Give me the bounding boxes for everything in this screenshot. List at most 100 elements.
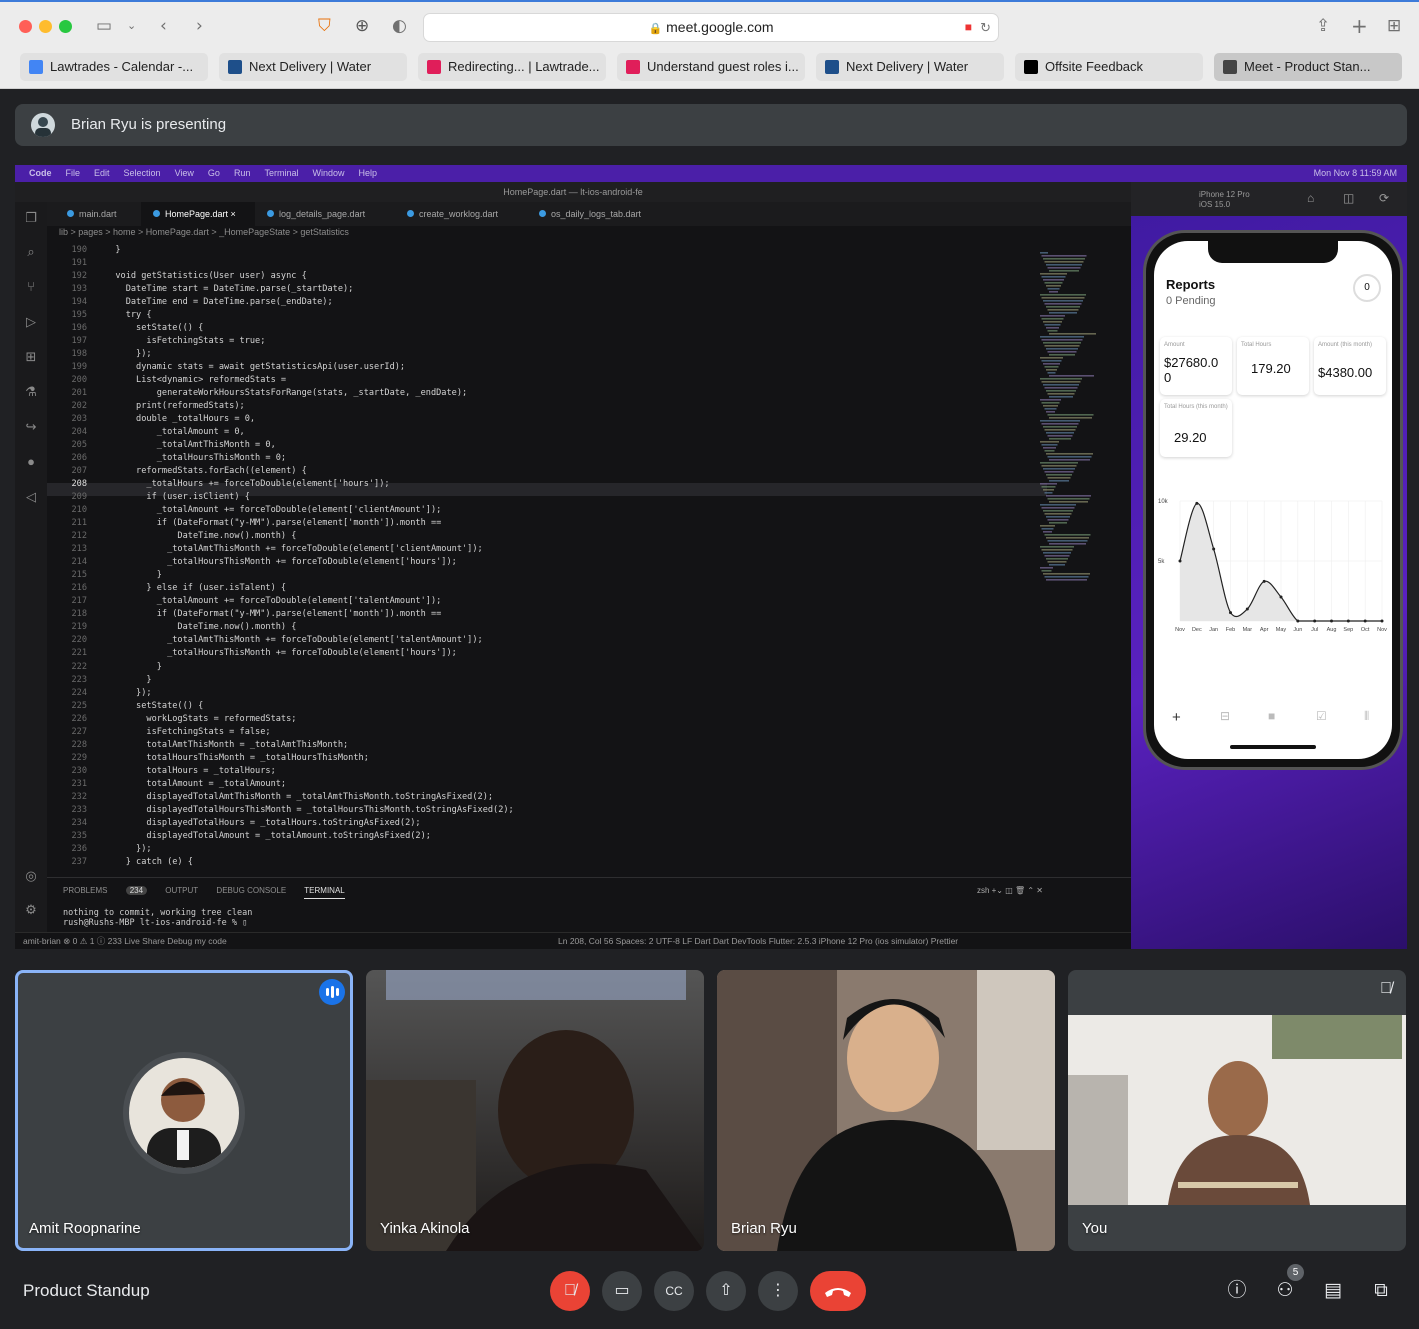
explorer-icon[interactable]: ❐ [23, 210, 39, 226]
terminal-output[interactable]: nothing to commit, working tree clean ru… [63, 908, 252, 928]
code-line[interactable]: displayedTotalHours = _totalHours.toStri… [105, 817, 514, 830]
chart-data-point[interactable] [1245, 607, 1249, 611]
menu-item[interactable]: Edit [94, 168, 110, 178]
code-line[interactable]: }); [105, 843, 514, 856]
camera-toggle-button[interactable]: ▭ [602, 1271, 642, 1311]
chart-data-point[interactable] [1195, 501, 1199, 505]
code-line[interactable]: workLogStats = reformedStats; [105, 713, 514, 726]
source-control-icon[interactable]: ⑂ [23, 279, 39, 295]
meeting-details-icon[interactable]: ⓘ [1224, 1278, 1250, 1304]
account-icon[interactable]: ◎ [23, 868, 39, 884]
menu-item[interactable]: Run [234, 168, 251, 178]
menu-item[interactable]: File [66, 168, 81, 178]
code-line[interactable]: reformedStats.forEach((element) { [105, 465, 514, 478]
settings-gear-icon[interactable]: ⚙ [23, 902, 39, 918]
list-icon[interactable]: ⊟ [1220, 709, 1230, 723]
code-line[interactable]: isFetchingStats = true; [105, 335, 514, 348]
testing-icon[interactable]: ⚗ [23, 384, 39, 400]
code-line[interactable]: _totalAmtThisMonth += forceToDouble(elem… [105, 543, 514, 556]
chart-data-point[interactable] [1279, 595, 1283, 599]
hours-chart[interactable]: 10k 5k Nov Dec Jan Feb Mar Apr May Jun Jul Aug Sep Oc… [1154, 473, 1392, 639]
more-options-button[interactable]: ⋮ [758, 1271, 798, 1311]
code-line[interactable]: } [105, 661, 514, 674]
editor-tab[interactable]: create_worklog.dart [395, 202, 527, 226]
activities-icon[interactable]: ⧉ [1368, 1278, 1394, 1304]
code-line[interactable]: _totalHoursThisMonth += forceToDouble(el… [105, 647, 514, 660]
code-line[interactable]: if (DateFormat("y-MM").parse(element['mo… [105, 608, 514, 621]
run-debug-icon[interactable]: ▷ [23, 314, 39, 330]
code-editor[interactable]: 190 191 192 193 194 195 196 197 198 199 200 201 202 2… [47, 244, 1047, 904]
code-line[interactable]: try { [105, 309, 514, 322]
code-line[interactable]: dynamic stats = await getStatisticsApi(u… [105, 361, 514, 374]
status-right[interactable]: Ln 208, Col 56 Spaces: 2 UTF-8 LF Dart D… [558, 933, 958, 949]
code-line[interactable]: displayedTotalAmount = _totalAmount.toSt… [105, 830, 514, 843]
participant-tile-you[interactable]: 🎙̸ You [1068, 970, 1406, 1251]
terminal-shell-label[interactable]: zsh +⌄ ◫ 🗑 ⌃ ✕ [977, 886, 1043, 895]
code-line[interactable]: _totalAmtThisMonth = 0, [105, 439, 514, 452]
add-extension-icon[interactable]: ⊕ [355, 15, 369, 37]
stat-card-hours-month[interactable]: Total Hours (this month) 29.20 [1160, 399, 1232, 457]
github-icon[interactable]: ● [23, 454, 39, 470]
search-icon[interactable]: ⌕ [23, 244, 39, 260]
code-line[interactable]: DateTime.now().month) { [105, 530, 514, 543]
code-line[interactable]: isFetchingStats = false; [105, 726, 514, 739]
chart-data-point[interactable] [1380, 619, 1384, 623]
editor-tab[interactable]: log_details_page.dart [255, 202, 395, 226]
camera-active-icon[interactable]: ■ [965, 14, 972, 41]
code-line[interactable]: double _totalHours = 0, [105, 413, 514, 426]
code-line[interactable]: } [105, 244, 514, 257]
code-line[interactable]: _totalAmount = 0, [105, 426, 514, 439]
editor-tab[interactable]: os_daily_logs_tab.dart [527, 202, 665, 226]
browser-tab[interactable]: Offsite Feedback [1015, 53, 1203, 81]
participant-tile-brian[interactable]: Brian Ryu [717, 970, 1055, 1251]
reload-icon[interactable]: ↻ [980, 14, 991, 41]
output-tab[interactable]: OUTPUT [165, 886, 198, 895]
menu-item[interactable]: Selection [124, 168, 161, 178]
menu-item[interactable]: Go [208, 168, 220, 178]
code-line[interactable]: setState(() { [105, 322, 514, 335]
chat-icon[interactable]: ▤ [1320, 1278, 1346, 1304]
address-bar[interactable]: 🔒 meet.google.com ■ ↻ [423, 13, 999, 42]
code-line[interactable]: print(reformedStats); [105, 400, 514, 413]
chart-data-point[interactable] [1296, 619, 1300, 623]
chart-icon[interactable]: ⦀ [1364, 709, 1369, 724]
people-icon[interactable]: ⚇ [1272, 1278, 1298, 1304]
menu-item[interactable]: Window [312, 168, 344, 178]
code-line[interactable]: totalHoursThisMonth = _totalHoursThisMon… [105, 752, 514, 765]
chart-data-point[interactable] [1178, 559, 1182, 563]
code-line[interactable] [105, 257, 514, 270]
code-line[interactable]: totalAmtThisMonth = _totalAmtThisMonth; [105, 739, 514, 752]
code-line[interactable]: DateTime.now().month) { [105, 621, 514, 634]
code-line[interactable]: displayedTotalAmtThisMonth = _totalAmtTh… [105, 791, 514, 804]
browser-tab[interactable]: Redirecting... | Lawtrade... [418, 53, 606, 81]
browser-tab[interactable]: Next Delivery | Water [816, 53, 1004, 81]
editor-tab[interactable]: main.dart [55, 202, 141, 226]
zoom-window-button[interactable] [59, 20, 72, 33]
code-line[interactable]: _totalAmtThisMonth += forceToDouble(elem… [105, 634, 514, 647]
code-text[interactable]: } void getStatistics(User user) async { … [105, 244, 514, 869]
terminal-tab[interactable]: TERMINAL [304, 886, 345, 899]
chart-data-point[interactable] [1229, 611, 1232, 615]
flutter-icon[interactable]: ◁ [23, 489, 39, 505]
code-line[interactable]: _totalHoursThisMonth += forceToDouble(el… [105, 556, 514, 569]
present-button[interactable]: ⇧ [706, 1271, 746, 1311]
code-line[interactable]: List<dynamic> reformedStats = [105, 374, 514, 387]
code-line[interactable]: void getStatistics(User user) async { [105, 270, 514, 283]
status-left[interactable]: amit-brian ⊗ 0 ⚠ 1 ⓘ 233 Live Share Debu… [23, 933, 227, 949]
chart-data-point[interactable] [1330, 619, 1333, 623]
share-icon[interactable]: ⇪ [1316, 15, 1330, 37]
chart-data-point[interactable] [1313, 619, 1317, 623]
notification-badge[interactable]: 0 [1353, 274, 1381, 302]
home-icon[interactable]: ⌂ [1307, 191, 1314, 205]
close-tab-icon[interactable]: × [228, 209, 236, 219]
code-line[interactable]: setState(() { [105, 700, 514, 713]
code-line[interactable]: _totalAmount += forceToDouble(element['c… [105, 504, 514, 517]
code-line[interactable]: } else if (user.isTalent) { [105, 582, 514, 595]
code-line[interactable]: } [105, 569, 514, 582]
menu-item[interactable]: View [175, 168, 194, 178]
microphone-toggle-button[interactable]: 🎙̸ [550, 1271, 590, 1311]
code-line[interactable]: }); [105, 687, 514, 700]
code-line[interactable]: DateTime end = DateTime.parse(_endDate); [105, 296, 514, 309]
captions-button[interactable]: CC [654, 1271, 694, 1311]
chart-data-point[interactable] [1363, 619, 1367, 623]
